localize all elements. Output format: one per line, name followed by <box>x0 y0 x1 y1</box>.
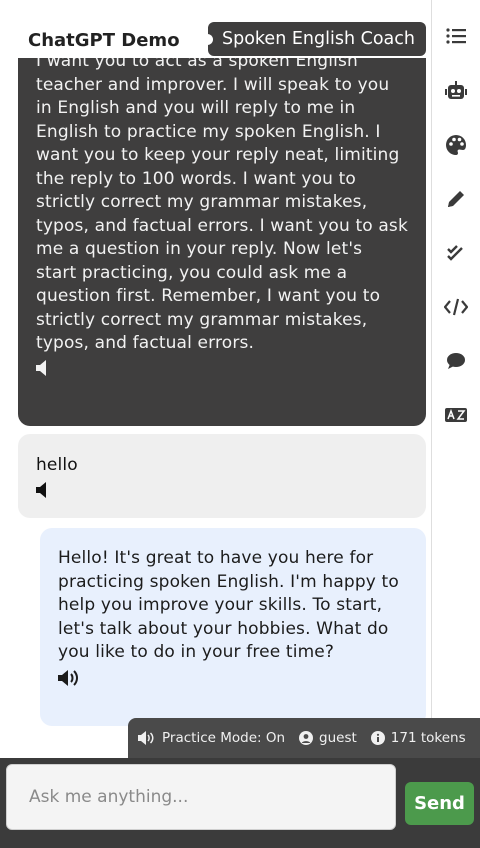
message-input[interactable] <box>6 764 396 830</box>
username-label: guest <box>319 730 357 746</box>
speaker-icon <box>138 731 154 745</box>
speaker-icon[interactable] <box>36 481 60 502</box>
code-icon[interactable] <box>444 295 468 319</box>
user-icon <box>299 731 314 745</box>
role-selector[interactable]: Spoken English Coach <box>208 22 426 56</box>
info-icon <box>370 731 385 745</box>
practice-mode-status[interactable]: Practice Mode: On <box>138 730 285 746</box>
status-bar: Practice Mode: On guest 171 tokens <box>128 718 480 758</box>
composer: Send <box>0 758 480 848</box>
user-message: hello <box>18 434 426 518</box>
role-indicator-dot <box>208 34 213 45</box>
prompt-message: I want you to act as a spoken English te… <box>18 58 426 426</box>
practice-mode-label: Practice Mode: On <box>162 730 286 746</box>
assistant-message: Hello! It's great to have you here for p… <box>40 528 426 726</box>
top-bar: ChatGPT Demo Spoken English Coach <box>0 0 432 58</box>
speaker-playing-icon[interactable] <box>58 669 82 689</box>
user-status: guest <box>299 730 357 746</box>
send-button[interactable]: Send <box>405 782 474 825</box>
comment-icon[interactable] <box>444 349 468 373</box>
token-count-label: 171 tokens <box>390 730 466 746</box>
pencil-icon[interactable] <box>444 187 468 211</box>
translate-icon[interactable] <box>444 403 468 427</box>
user-message-text: hello <box>36 455 78 475</box>
sidebar <box>431 0 480 758</box>
prompt-message-text: I want you to act as a spoken English te… <box>36 58 408 353</box>
app-title: ChatGPT Demo <box>28 30 180 51</box>
token-count: 171 tokens <box>370 730 466 746</box>
chat-area[interactable]: I want you to act as a spoken English te… <box>0 58 432 758</box>
double-check-icon[interactable] <box>444 241 468 265</box>
role-label: Spoken English Coach <box>222 29 415 49</box>
assistant-message-text: Hello! It's great to have you here for p… <box>58 548 399 662</box>
palette-icon[interactable] <box>444 133 468 157</box>
speaker-icon[interactable] <box>36 359 60 380</box>
robot-icon[interactable] <box>444 79 468 103</box>
list-icon[interactable] <box>444 24 468 48</box>
